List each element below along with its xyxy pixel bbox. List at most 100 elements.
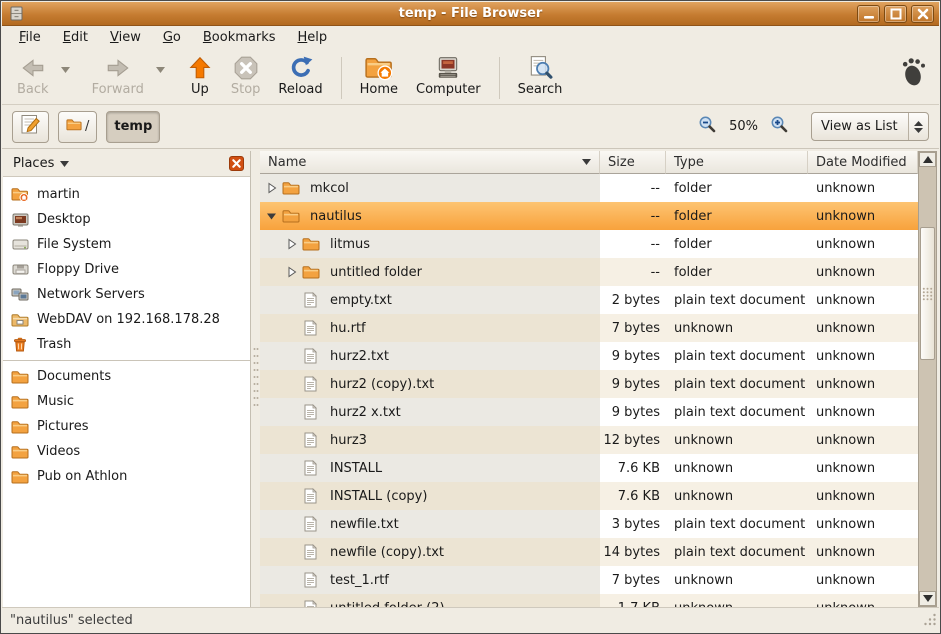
sidebar-item-label: WebDAV on 192.168.178.28 bbox=[37, 312, 220, 327]
file-row-test-1-rtf[interactable]: test_1.rtf7 bytesunknownunknown bbox=[260, 566, 918, 594]
file-row-hurz2-x-txt[interactable]: hurz2 x.txt9 bytesplain text documentunk… bbox=[260, 398, 918, 426]
vertical-scrollbar[interactable] bbox=[918, 151, 937, 607]
file-type: plain text document bbox=[666, 342, 808, 370]
file-row-install[interactable]: INSTALL7.6 KBunknownunknown bbox=[260, 454, 918, 482]
scroll-up-button[interactable] bbox=[919, 152, 936, 167]
file-name: nautilus bbox=[308, 209, 362, 224]
sidebar-item-label: martin bbox=[37, 187, 80, 202]
file-size: 1.7 KB bbox=[600, 594, 666, 607]
sidebar-item-file-system[interactable]: File System bbox=[3, 232, 250, 257]
file-size: -- bbox=[600, 174, 666, 202]
sidebar-item-videos[interactable]: Videos bbox=[3, 439, 250, 464]
splitter-grip-icon bbox=[253, 347, 259, 411]
file-date: unknown bbox=[808, 510, 918, 538]
close-button[interactable] bbox=[911, 5, 934, 23]
name-cell: untitled folder (2) bbox=[260, 594, 600, 607]
path-root-button[interactable]: / bbox=[58, 111, 97, 143]
menu-item-file[interactable]: File bbox=[8, 27, 52, 48]
maximize-button[interactable] bbox=[884, 5, 907, 23]
column-header-date-modified[interactable]: Date Modified bbox=[808, 151, 918, 174]
file-browser-window: temp - File Browser FileEditViewGoBookma… bbox=[0, 0, 941, 634]
zoom-out-button[interactable] bbox=[698, 115, 717, 138]
name-cell: hurz2 x.txt bbox=[260, 398, 600, 426]
file-date: unknown bbox=[808, 398, 918, 426]
expander-collapsed-icon[interactable] bbox=[284, 265, 298, 279]
expander-collapsed-icon[interactable] bbox=[284, 237, 298, 251]
toolbar-button-home[interactable]: Home bbox=[351, 52, 407, 99]
toggle-location-entry-button[interactable] bbox=[12, 111, 49, 143]
toolbar-button-up[interactable]: Up bbox=[178, 52, 222, 99]
sidebar-header: Places bbox=[3, 151, 250, 177]
sidebar-item-trash[interactable]: Trash bbox=[3, 332, 250, 357]
path-current-button[interactable]: temp bbox=[106, 111, 160, 143]
file-type: unknown bbox=[666, 482, 808, 510]
path-root-label: / bbox=[85, 119, 89, 134]
name-cell: INSTALL (copy) bbox=[260, 482, 600, 510]
expander-collapsed-icon[interactable] bbox=[264, 181, 278, 195]
file-size: -- bbox=[600, 202, 666, 230]
column-header-type[interactable]: Type bbox=[666, 151, 808, 174]
sidebar-item-desktop[interactable]: Desktop bbox=[3, 207, 250, 232]
menu-item-help[interactable]: Help bbox=[287, 27, 339, 48]
file-row-untitled-folder-2[interactable]: untitled folder (2)1.7 KBunknownunknown bbox=[260, 594, 918, 607]
file-row-hurz3[interactable]: hurz312 bytesunknownunknown bbox=[260, 426, 918, 454]
menu-item-bookmarks[interactable]: Bookmarks bbox=[192, 27, 287, 48]
column-header-size[interactable]: Size bbox=[600, 151, 666, 174]
file-row-hurz2-txt[interactable]: hurz2.txt9 bytesplain text documentunkno… bbox=[260, 342, 918, 370]
titlebar[interactable]: temp - File Browser bbox=[2, 2, 939, 26]
toolbar-button-reload[interactable]: Reload bbox=[269, 52, 331, 99]
menu-item-view[interactable]: View bbox=[99, 27, 152, 48]
sidebar-item-pictures[interactable]: Pictures bbox=[3, 414, 250, 439]
sort-indicator-icon bbox=[582, 159, 591, 165]
file-name: test_1.rtf bbox=[328, 573, 389, 588]
sidebar-item-webdav-on-192-168-178-28[interactable]: WebDAV on 192.168.178.28 bbox=[3, 307, 250, 332]
file-row-nautilus[interactable]: nautilus--folderunknown bbox=[260, 202, 918, 230]
sidebar-item-pub-on-athlon[interactable]: Pub on Athlon bbox=[3, 464, 250, 489]
file-row-newfile-copy-txt[interactable]: newfile (copy).txt14 bytesplain text doc… bbox=[260, 538, 918, 566]
column-header-label: Date Modified bbox=[816, 155, 907, 170]
sidebar-item-floppy-drive[interactable]: Floppy Drive bbox=[3, 257, 250, 282]
file-date: unknown bbox=[808, 566, 918, 594]
expander-expanded-icon[interactable] bbox=[264, 209, 278, 223]
file-row-install-copy[interactable]: INSTALL (copy)7.6 KBunknownunknown bbox=[260, 482, 918, 510]
sidebar-item-documents[interactable]: Documents bbox=[3, 364, 250, 389]
menu-item-edit[interactable]: Edit bbox=[52, 27, 99, 48]
view-mode-combobox[interactable]: View as List bbox=[811, 112, 929, 141]
toolbar-button-search[interactable]: Search bbox=[509, 52, 572, 99]
sidebar-item-music[interactable]: Music bbox=[3, 389, 250, 414]
resize-grip[interactable] bbox=[923, 612, 937, 630]
toolbar-label: Computer bbox=[416, 82, 481, 97]
content-area: Places martin DesktopFile SystemFloppy Dr… bbox=[2, 149, 939, 607]
zoom-in-button[interactable] bbox=[770, 115, 789, 138]
minimize-icon bbox=[863, 8, 875, 20]
file-row-hu-rtf[interactable]: hu.rtf7 bytesunknownunknown bbox=[260, 314, 918, 342]
file-name: empty.txt bbox=[328, 293, 392, 308]
file-size: 9 bytes bbox=[600, 370, 666, 398]
file-row-hurz2-copy-txt[interactable]: hurz2 (copy).txt9 bytesplain text docume… bbox=[260, 370, 918, 398]
sidebar-item-network-servers[interactable]: Network Servers bbox=[3, 282, 250, 307]
menu-label: Help bbox=[298, 30, 328, 45]
shared-folder-icon bbox=[11, 313, 29, 327]
pane-splitter[interactable] bbox=[251, 151, 260, 607]
back-icon bbox=[20, 55, 46, 81]
file-row-empty-txt[interactable]: empty.txt2 bytesplain text documentunkno… bbox=[260, 286, 918, 314]
column-header-name[interactable]: Name bbox=[260, 151, 600, 174]
places-dropdown[interactable]: Places bbox=[13, 156, 229, 171]
file-date: unknown bbox=[808, 594, 918, 607]
scroll-down-button[interactable] bbox=[919, 591, 936, 606]
name-cell: hurz3 bbox=[260, 426, 600, 454]
name-cell: newfile (copy).txt bbox=[260, 538, 600, 566]
view-mode-value: View as List bbox=[812, 119, 908, 134]
minimize-button[interactable] bbox=[857, 5, 880, 23]
back-history-dropdown[interactable] bbox=[58, 55, 73, 85]
file-row-untitled-folder[interactable]: untitled folder--folderunknown bbox=[260, 258, 918, 286]
file-row-mkcol[interactable]: mkcol--folderunknown bbox=[260, 174, 918, 202]
sidebar-close-button[interactable] bbox=[229, 156, 244, 171]
scrollbar-thumb[interactable] bbox=[920, 227, 935, 360]
file-row-litmus[interactable]: litmus--folderunknown bbox=[260, 230, 918, 258]
sidebar-item-martin[interactable]: martin bbox=[3, 182, 250, 207]
file-row-newfile-txt[interactable]: newfile.txt3 bytesplain text documentunk… bbox=[260, 510, 918, 538]
toolbar-button-computer[interactable]: Computer bbox=[407, 52, 490, 99]
menu-item-go[interactable]: Go bbox=[152, 27, 192, 48]
forward-history-dropdown[interactable] bbox=[153, 55, 168, 85]
